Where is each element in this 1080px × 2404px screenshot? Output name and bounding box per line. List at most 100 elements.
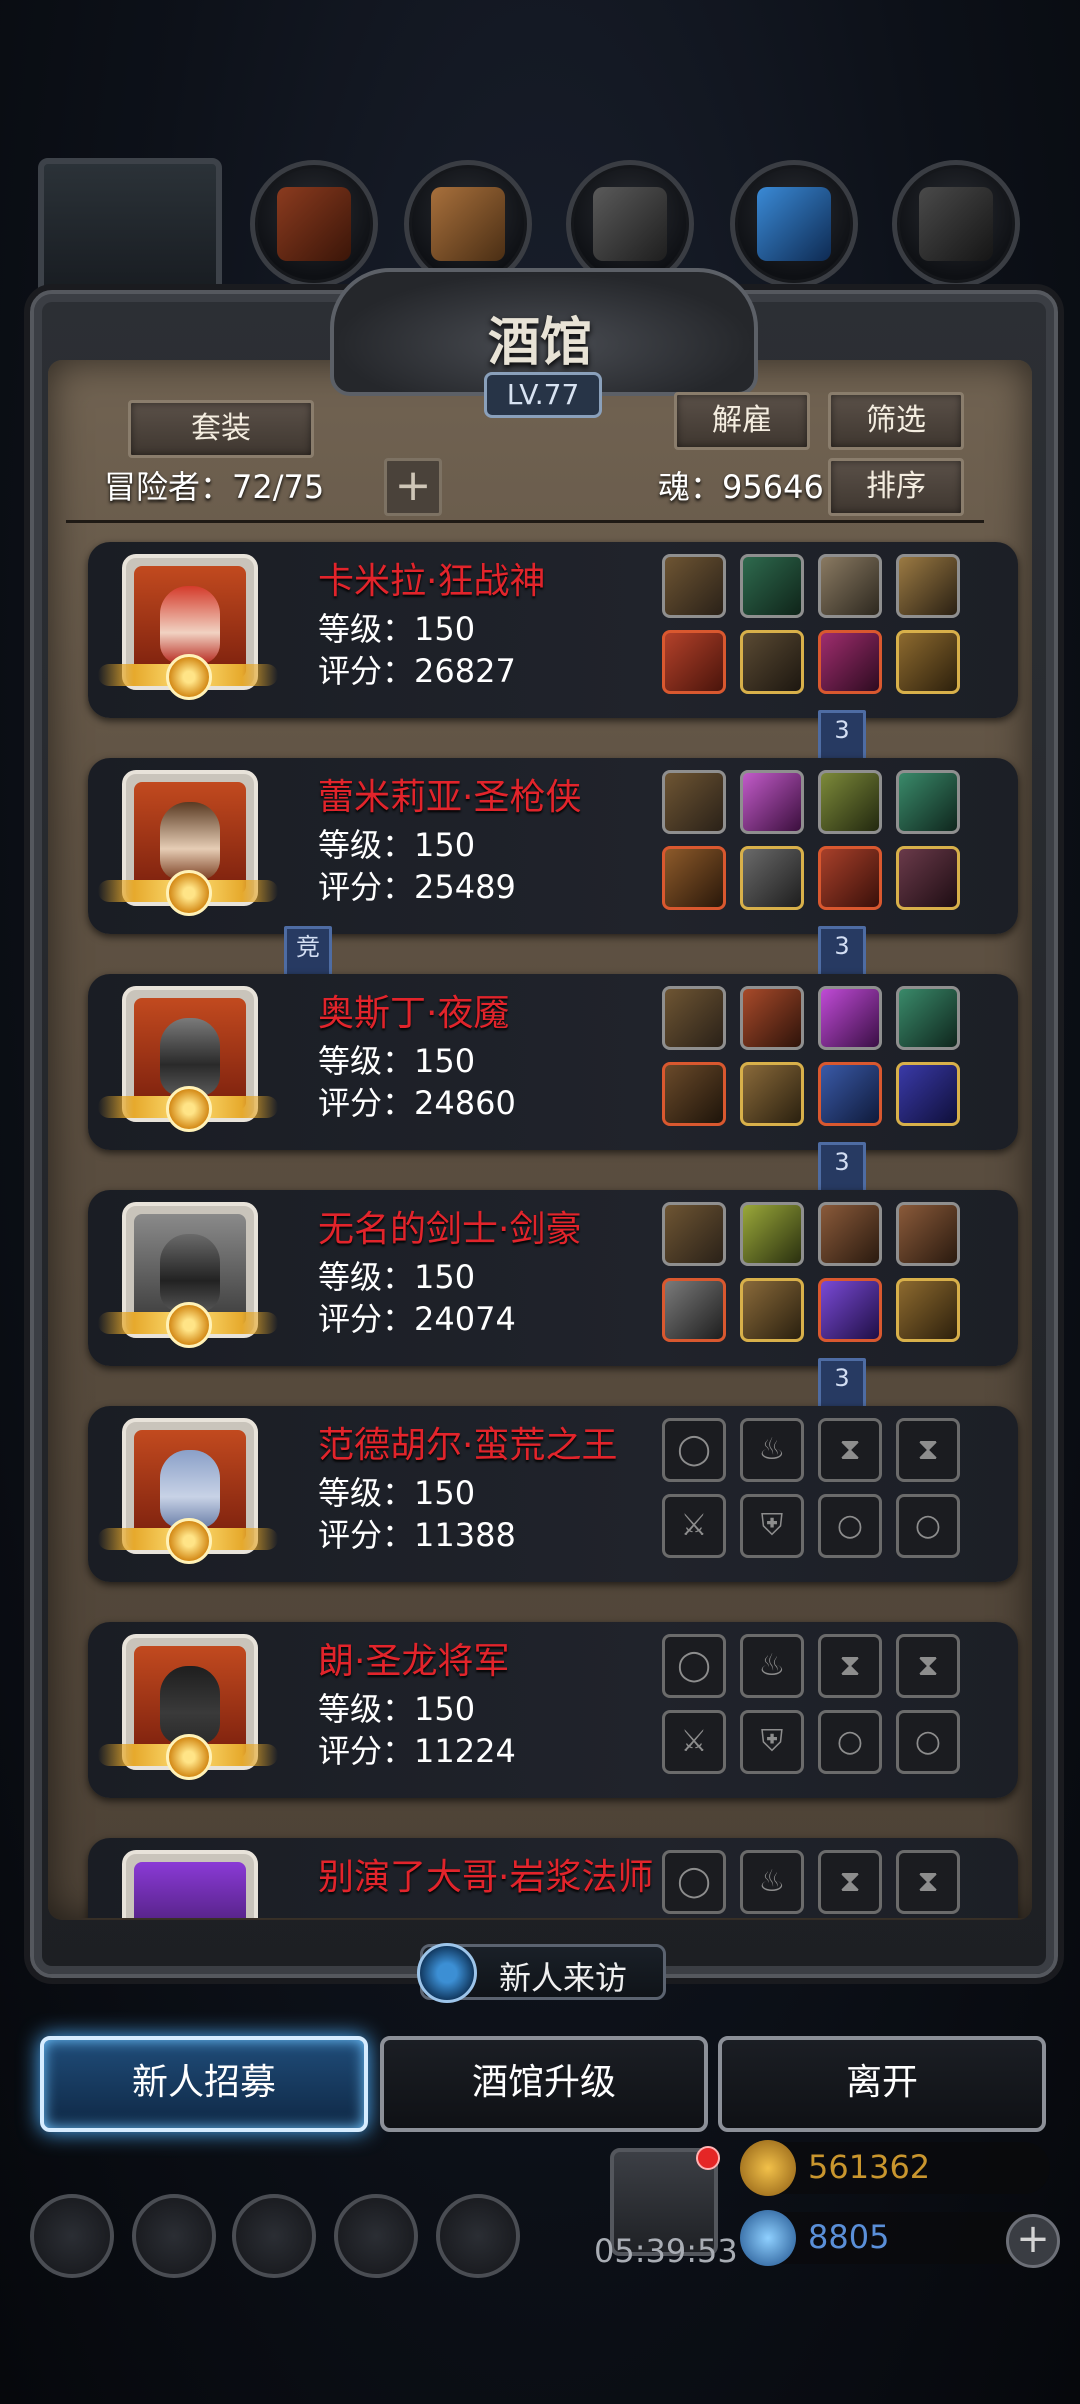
pouch-equip-icon[interactable] (818, 554, 882, 618)
amulet-equip-icon[interactable] (818, 770, 882, 834)
rank-medal-icon (166, 1086, 212, 1132)
armor-equip-icon[interactable] (740, 846, 804, 910)
material-slot-5[interactable] (892, 160, 1020, 288)
empty-ring-slot-icon[interactable]: ○ (896, 1710, 960, 1774)
mail-icon[interactable] (334, 2194, 418, 2278)
armor-equip-icon[interactable] (740, 630, 804, 694)
empty-hourglass-slot-icon[interactable]: ⧗ (896, 1418, 960, 1482)
soul-count: 魂：95646 (658, 468, 824, 506)
scythe-equip-icon[interactable] (896, 986, 960, 1050)
empty-necklace-slot-icon[interactable]: ◯ (662, 1418, 726, 1482)
gem-resource: 8805 (740, 2210, 1050, 2266)
leave-button[interactable]: 离开 (718, 2036, 1046, 2132)
empty-hourglass-slot-icon[interactable]: ⧗ (896, 1850, 960, 1914)
hero-score: 评分：26827 (318, 652, 516, 690)
orb-equip-icon[interactable] (818, 1278, 882, 1342)
bracer-equip-icon[interactable] (896, 1278, 960, 1342)
recruit-button[interactable]: 新人招募 (40, 2036, 368, 2132)
gold-coin-icon (740, 2140, 796, 2196)
trident-equip-icon[interactable] (896, 770, 960, 834)
hero-card-nameless-swordsman[interactable]: 无名的剑士·剑豪 等级：150 评分：24074 (88, 1190, 1018, 1366)
empty-ring-slot-icon[interactable]: ○ (896, 1494, 960, 1558)
suit-button[interactable]: 套装 (128, 400, 314, 458)
hero-name: 奥斯丁·夜魇 (318, 993, 510, 1034)
empty-ring-slot-icon[interactable]: ○ (818, 1710, 882, 1774)
gift-timer: 05:39:53 (594, 2232, 738, 2270)
hero-level: 等级：150 (318, 1042, 476, 1080)
empty-armor-slot-icon[interactable]: ⛨ (740, 1710, 804, 1774)
hammer-equip-icon[interactable] (818, 1202, 882, 1266)
level-badge: LV.77 (484, 372, 602, 418)
empty-ring-slot-icon[interactable]: ○ (818, 1494, 882, 1558)
empty-hourglass-slot-icon[interactable]: ⧗ (818, 1418, 882, 1482)
crystal-equip-icon[interactable] (740, 770, 804, 834)
empty-hourglass-slot-icon[interactable]: ⧗ (818, 1634, 882, 1698)
hero-score: 评分：24074 (318, 1300, 516, 1338)
new-visitor-button[interactable]: 新人来访 (417, 1943, 666, 2003)
bow-equip-icon[interactable] (662, 1062, 726, 1126)
expand-capacity-button[interactable]: + (384, 458, 442, 516)
gold-amount: 561362 (808, 2148, 931, 2186)
chestplate-equip-icon[interactable] (740, 1062, 804, 1126)
hero-level: 等级：150 (318, 1474, 476, 1512)
hero-card-magma-mage[interactable]: 别演了大哥·岩浆法师 ◯ ♨ ⧗ ⧗ (88, 1838, 1018, 1918)
talisman-equip-icon[interactable] (740, 1202, 804, 1266)
tavern-upgrade-button[interactable]: 酒馆升级 (380, 2036, 708, 2132)
arena-badge: 竞 (284, 926, 332, 980)
empty-weapon-slot-icon[interactable]: ⚔ (662, 1494, 726, 1558)
guild-icon[interactable] (232, 2194, 316, 2278)
mask-equip-icon[interactable] (818, 846, 882, 910)
staff-equip-icon[interactable] (896, 554, 960, 618)
rank-medal-icon (166, 1518, 212, 1564)
sword-equip-icon[interactable] (662, 1278, 726, 1342)
hero-list[interactable]: 卡米拉·狂战神 等级：150 评分：26827 3 蕾米莉亚·圣枪侠 等级：15… (48, 528, 1032, 1918)
dagger-equip-icon[interactable] (818, 1062, 882, 1126)
empty-necklace-slot-icon[interactable]: ◯ (662, 1850, 726, 1914)
boots-equip-icon[interactable] (896, 846, 960, 910)
empty-flame-slot-icon[interactable]: ♨ (740, 1634, 804, 1698)
current-hero-portrait[interactable] (38, 158, 222, 310)
achievement-icon[interactable] (132, 2194, 216, 2278)
hero-card-camilla[interactable]: 卡米拉·狂战神 等级：150 评分：26827 (88, 542, 1018, 718)
hero-score: 评分：11224 (318, 1732, 516, 1770)
rank-medal-icon (166, 1302, 212, 1348)
hero-level: 等级：150 (318, 1690, 476, 1728)
settings-icon[interactable] (30, 2194, 114, 2278)
filter-button[interactable]: 筛选 (828, 392, 964, 450)
gem-equip-icon[interactable] (740, 554, 804, 618)
hero-card-vanderhuer[interactable]: 范德胡尔·蛮荒之王 等级：150 评分：11388 ◯ ♨ ⧗ ⧗ ⚔ ⛨ ○ … (88, 1406, 1018, 1582)
book-equip-icon[interactable] (896, 1202, 960, 1266)
sort-button[interactable]: 排序 (828, 458, 964, 516)
empty-flame-slot-icon[interactable]: ♨ (740, 1850, 804, 1914)
empty-weapon-slot-icon[interactable]: ⚔ (662, 1710, 726, 1774)
empty-flame-slot-icon[interactable]: ♨ (740, 1418, 804, 1482)
bracer-equip-icon[interactable] (896, 630, 960, 694)
map-icon[interactable] (436, 2194, 520, 2278)
add-gems-button[interactable]: + (1006, 2214, 1060, 2268)
material-slot-1[interactable] (250, 160, 378, 288)
hero-card-remilia[interactable]: 蕾米莉亚·圣枪侠 等级：150 评分：25489 (88, 758, 1018, 934)
hero-score: 评分：24860 (318, 1084, 516, 1122)
empty-armor-slot-icon[interactable]: ⛨ (740, 1494, 804, 1558)
necklace-equip-icon[interactable] (662, 1202, 726, 1266)
hero-card-lang[interactable]: 朗·圣龙将军 等级：150 评分：11224 ◯ ♨ ⧗ ⧗ ⚔ ⛨ ○ ○ (88, 1622, 1018, 1798)
ore-equip-icon[interactable] (740, 986, 804, 1050)
necklace-equip-icon[interactable] (662, 554, 726, 618)
spear-equip-icon[interactable] (662, 846, 726, 910)
empty-hourglass-slot-icon[interactable]: ⧗ (818, 1850, 882, 1914)
dismiss-button[interactable]: 解雇 (674, 392, 810, 450)
axe-equip-icon[interactable] (662, 630, 726, 694)
necklace-equip-icon[interactable] (662, 986, 726, 1050)
ring-equip-icon[interactable] (896, 1062, 960, 1126)
hero-level: 等级：150 (318, 1258, 476, 1296)
cloak-equip-icon[interactable] (740, 1278, 804, 1342)
empty-hourglass-slot-icon[interactable]: ⧗ (896, 1634, 960, 1698)
hero-name: 朗·圣龙将军 (318, 1641, 510, 1682)
helmet-equip-icon[interactable] (818, 630, 882, 694)
empty-necklace-slot-icon[interactable]: ◯ (662, 1634, 726, 1698)
hero-card-austin[interactable]: 奥斯丁·夜魇 等级：150 评分：24860 (88, 974, 1018, 1150)
necklace-equip-icon[interactable] (662, 770, 726, 834)
material-slot-4[interactable] (730, 160, 858, 288)
gem-amount: 8805 (808, 2218, 890, 2256)
crystal-equip-icon[interactable] (818, 986, 882, 1050)
